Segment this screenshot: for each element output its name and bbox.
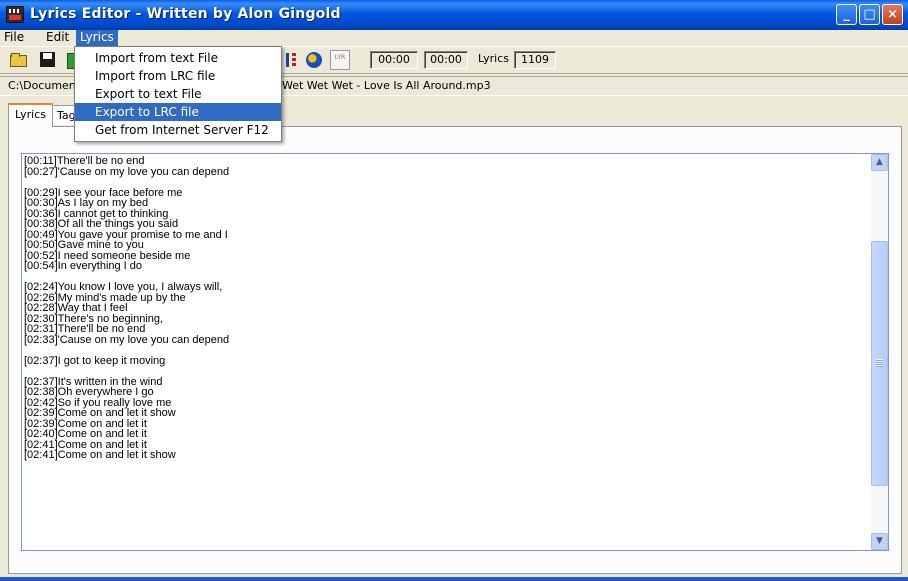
lyr-label: LYR bbox=[334, 54, 346, 61]
menu-edit[interactable]: Edit bbox=[42, 30, 73, 46]
file-path-end: Wet Wet Wet - Love Is All Around.mp3 bbox=[282, 79, 491, 92]
lyrics-dropdown-menu: Import from text File Import from LRC fi… bbox=[74, 46, 282, 142]
scroll-up-arrow-icon[interactable]: ▲ bbox=[871, 154, 888, 171]
open-folder-icon[interactable] bbox=[8, 50, 28, 70]
menu-item-import-text[interactable]: Import from text File bbox=[75, 49, 281, 67]
scrollbar-grip-icon bbox=[876, 359, 883, 368]
menu-item-export-lrc[interactable]: Export to LRC file bbox=[75, 103, 281, 121]
window-title: Lyrics Editor - Written by Alon Gingold bbox=[30, 6, 341, 22]
menu-bar: File Edit Lyrics bbox=[0, 30, 908, 46]
tag-marker-icon[interactable] bbox=[282, 50, 302, 70]
menu-item-import-lrc[interactable]: Import from LRC file bbox=[75, 67, 281, 85]
globe-icon[interactable] bbox=[304, 50, 324, 70]
minimize-button[interactable]: _ bbox=[836, 4, 857, 25]
title-bar[interactable]: Lyrics Editor - Written by Alon Gingold … bbox=[0, 0, 908, 30]
menu-item-get-internet[interactable]: Get from Internet Server F12 bbox=[75, 121, 281, 139]
taskbar-strip bbox=[0, 577, 908, 581]
lyrics-count-display: 1109 bbox=[514, 51, 556, 69]
clapperboard-icon[interactable] bbox=[6, 6, 24, 23]
menu-item-export-text[interactable]: Export to text File bbox=[75, 85, 281, 103]
tab-lyrics[interactable]: Lyrics bbox=[8, 103, 53, 127]
save-disk-icon[interactable] bbox=[38, 50, 58, 70]
lyrics-count-label: Lyrics bbox=[478, 52, 509, 65]
scrollbar-thumb[interactable] bbox=[871, 241, 888, 487]
menu-lyrics[interactable]: Lyrics bbox=[76, 30, 118, 46]
close-button[interactable]: × bbox=[882, 4, 903, 25]
scroll-down-arrow-icon[interactable]: ▼ bbox=[871, 533, 888, 550]
menu-file[interactable]: File bbox=[0, 30, 28, 46]
lyr-icon[interactable]: LYR bbox=[330, 50, 350, 70]
vertical-scrollbar[interactable]: ▲ ▼ bbox=[871, 154, 888, 550]
lyrics-text-area[interactable]: [00:11]There'll be no end [00:27]'Cause … bbox=[21, 153, 889, 551]
file-path-start: C:\Document bbox=[8, 79, 81, 92]
total-time-display: 00:00 bbox=[424, 51, 468, 69]
lyrics-content[interactable]: [00:11]There'll be no end [00:27]'Cause … bbox=[24, 156, 864, 461]
current-time-display: 00:00 bbox=[370, 51, 418, 69]
maximize-button[interactable]: □ bbox=[859, 4, 880, 25]
